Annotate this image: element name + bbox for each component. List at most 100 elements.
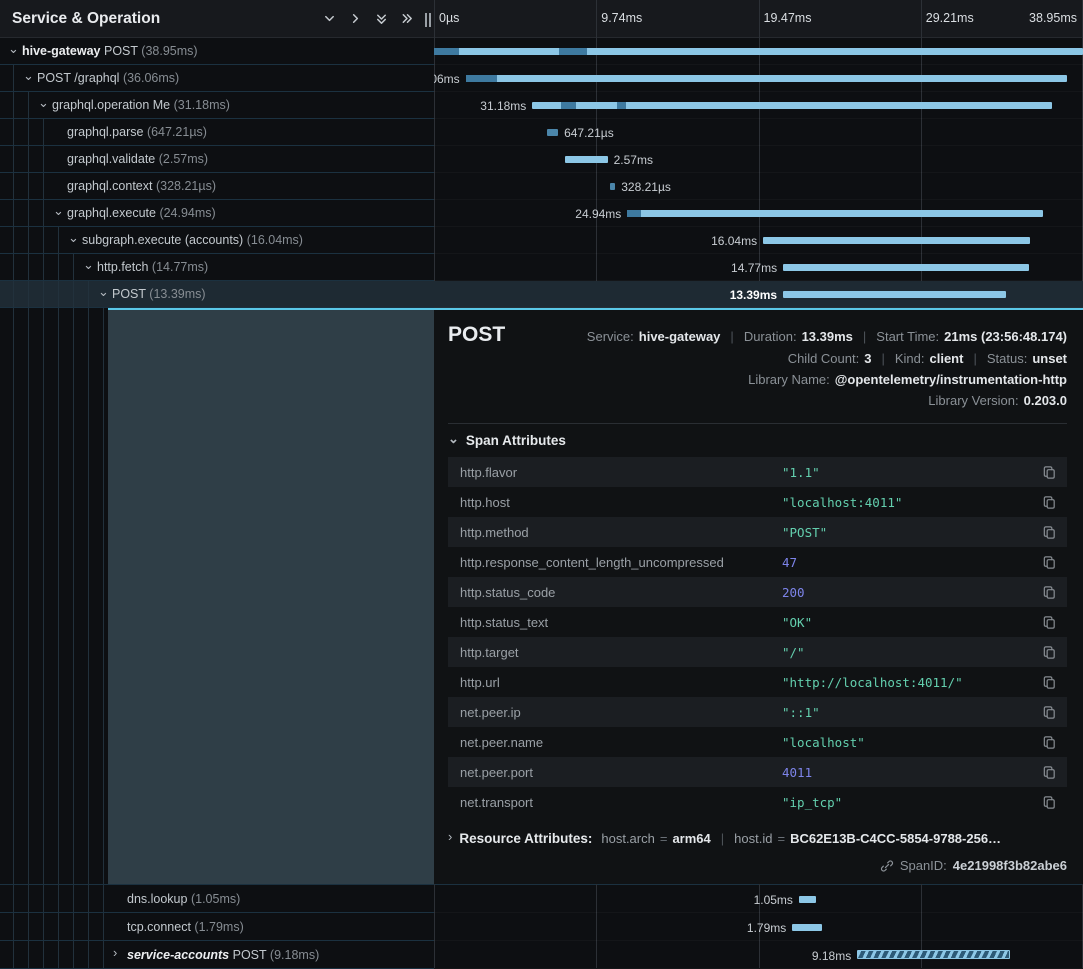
service-operation-header: Service & Operation (0, 0, 434, 38)
span-row[interactable]: ⌄http.fetch (14.77ms) 14.77ms (0, 254, 1083, 281)
copy-icon[interactable] (1042, 585, 1057, 600)
span-row-label[interactable]: ⌄graphql.operation Me (31.18ms) (0, 92, 434, 119)
expand-all-icon[interactable] (394, 9, 420, 29)
copy-icon[interactable] (1042, 675, 1057, 690)
copy-icon[interactable] (1042, 735, 1057, 750)
span-row[interactable]: ⌄graphql.execute (24.94ms) 24.94ms (0, 200, 1083, 227)
span-bar[interactable] (783, 291, 1006, 298)
span-row-label[interactable]: ⌄POST (13.39ms) (0, 281, 434, 308)
chevron-down-icon[interactable]: ⌄ (8, 44, 22, 54)
chevron-right-icon[interactable]: › (113, 948, 127, 958)
copy-icon[interactable] (1042, 765, 1057, 780)
resource-pair: host.arch=arm64 (601, 831, 710, 846)
span-row-label[interactable]: ›service-accounts POST (9.18ms) (0, 941, 434, 969)
copy-icon[interactable] (1042, 795, 1057, 810)
span-row-label[interactable]: tcp.connect (1.79ms) (0, 913, 434, 941)
copy-icon[interactable] (1042, 525, 1057, 540)
span-row-timeline: 9.18ms (434, 941, 1083, 969)
span-row[interactable]: graphql.context (328.21µs) 328.21µs (0, 173, 1083, 200)
indent-guide (88, 281, 89, 307)
indent-guide (73, 254, 74, 280)
indent-guide (13, 65, 14, 91)
indent-guide (13, 913, 14, 940)
span-bar[interactable] (783, 264, 1029, 271)
copy-icon[interactable] (1042, 645, 1057, 660)
span-row[interactable]: ⌄POST /graphql (36.06ms) 36.06ms (0, 65, 1083, 92)
chevron-down-icon[interactable]: ⌄ (38, 98, 52, 108)
collapse-all-icon[interactable] (368, 9, 394, 29)
span-row[interactable]: graphql.parse (647.21µs) 647.21µs (0, 119, 1083, 146)
span-bar[interactable] (532, 102, 1052, 109)
span-bar[interactable] (857, 950, 1010, 959)
indent-guide (58, 227, 59, 253)
indent-guide (13, 173, 14, 199)
attribute-key: net.peer.port (460, 765, 782, 780)
span-bar[interactable] (610, 183, 615, 190)
span-row-label[interactable]: ⌄http.fetch (14.77ms) (0, 254, 434, 281)
attribute-row: http.status_text "OK" (448, 607, 1067, 637)
span-bar[interactable] (627, 210, 1043, 217)
span-detail-panel: POST Service:hive-gateway|Duration:13.39… (434, 308, 1083, 884)
indent-guide (13, 254, 14, 280)
indent-guide (73, 281, 74, 307)
ruler-tick: 9.74ms (601, 11, 642, 25)
span-row[interactable]: ⌄subgraph.execute (accounts) (16.04ms) 1… (0, 227, 1083, 254)
panel-resize-handle[interactable] (425, 13, 431, 27)
link-icon[interactable] (880, 859, 894, 873)
span-row-timeline: 328.21µs (434, 173, 1083, 200)
indent-guide (13, 119, 14, 145)
indent-guide (13, 200, 14, 226)
span-bar[interactable] (565, 156, 608, 163)
resource-attributes-toggle[interactable]: › Resource Attributes: host.arch=arm64|h… (448, 831, 1067, 846)
attribute-row: net.peer.name "localhost" (448, 727, 1067, 757)
span-id-label: SpanID: (900, 858, 947, 873)
span-row-label[interactable]: graphql.context (328.21µs) (0, 173, 434, 200)
chevron-down-icon[interactable]: ⌄ (68, 233, 82, 243)
attribute-key: net.peer.ip (460, 705, 782, 720)
panel-title: Service & Operation (12, 10, 316, 28)
indent-guide (73, 913, 74, 940)
span-row-label[interactable]: ⌄subgraph.execute (accounts) (16.04ms) (0, 227, 434, 254)
span-row-timeline: 14.77ms (434, 254, 1083, 281)
span-bar[interactable] (547, 129, 558, 136)
indent-guide (28, 200, 29, 226)
span-row-label[interactable]: ⌄POST /graphql (36.06ms) (0, 65, 434, 92)
chevron-down-icon[interactable]: ⌄ (23, 71, 37, 81)
span-row-label[interactable]: graphql.parse (647.21µs) (0, 119, 434, 146)
indent-guide (43, 200, 44, 226)
chevron-down-icon[interactable]: ⌄ (98, 287, 112, 297)
span-row-label[interactable]: dns.lookup (1.05ms) (0, 885, 434, 913)
span-row[interactable]: ›service-accounts POST (9.18ms) 9.18ms (0, 941, 1083, 969)
span-row[interactable]: ⌄hive-gateway POST (38.95ms) 38.95ms (0, 38, 1083, 65)
span-row-label[interactable]: ⌄graphql.execute (24.94ms) (0, 200, 434, 227)
chevron-down-icon[interactable]: ⌄ (53, 206, 67, 216)
copy-icon[interactable] (1042, 495, 1057, 510)
span-bar[interactable] (792, 924, 822, 931)
span-row-label[interactable]: graphql.validate (2.57ms) (0, 146, 434, 173)
bar-duration-label: 24.94ms (575, 207, 621, 221)
indent-guide (43, 119, 44, 145)
collapse-one-icon[interactable] (316, 9, 342, 29)
expand-one-icon[interactable] (342, 9, 368, 29)
span-label: graphql.operation Me (31.18ms) (52, 98, 230, 112)
span-row[interactable]: tcp.connect (1.79ms) 1.79ms (0, 913, 1083, 941)
indent-guide (28, 227, 29, 253)
span-row[interactable]: dns.lookup (1.05ms) 1.05ms (0, 885, 1083, 913)
span-row[interactable]: graphql.validate (2.57ms) 2.57ms (0, 146, 1083, 173)
copy-icon[interactable] (1042, 465, 1057, 480)
span-attributes-toggle[interactable]: ⌄ Span Attributes (448, 433, 1067, 448)
span-bar[interactable] (466, 75, 1067, 82)
span-bar[interactable] (763, 237, 1030, 244)
chevron-down-icon[interactable]: ⌄ (83, 260, 97, 270)
copy-icon[interactable] (1042, 705, 1057, 720)
attribute-value: "ip_tcp" (782, 795, 1034, 810)
span-bar[interactable] (434, 48, 1083, 55)
copy-icon[interactable] (1042, 615, 1057, 630)
resource-pair: host.id=BC62E13B-C4CC-5854-9788-256… (734, 831, 1001, 846)
span-row-label[interactable]: ⌄hive-gateway POST (38.95ms) (0, 38, 434, 65)
span-bar[interactable] (799, 896, 816, 903)
attribute-value: "POST" (782, 525, 1034, 540)
copy-icon[interactable] (1042, 555, 1057, 570)
span-row[interactable]: ⌄graphql.operation Me (31.18ms) 31.18ms (0, 92, 1083, 119)
span-row[interactable]: ⌄POST (13.39ms) 13.39ms (0, 281, 1083, 308)
